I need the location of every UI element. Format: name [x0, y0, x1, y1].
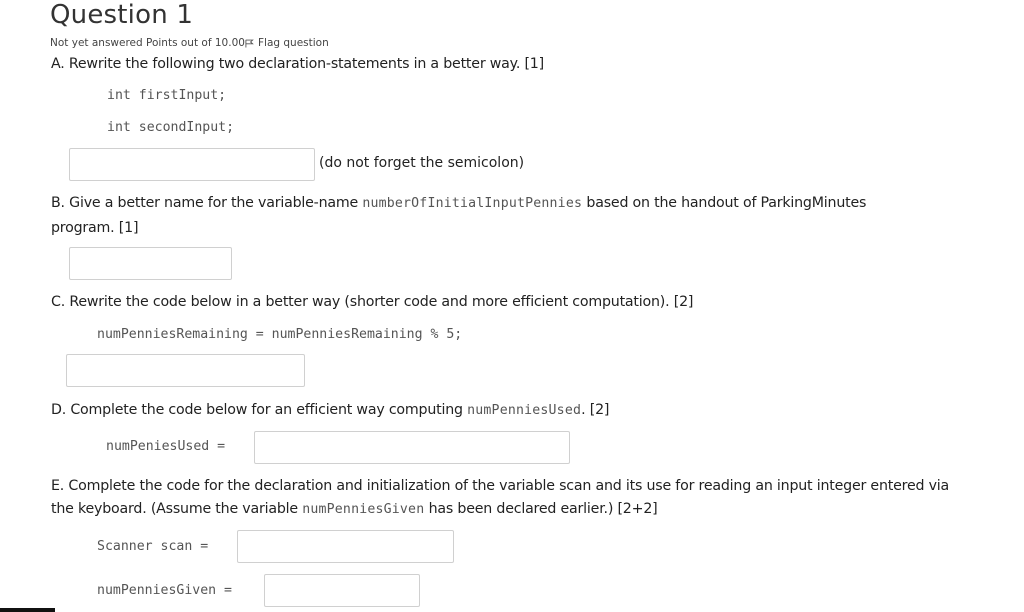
- part-d-prompt-text: D. Complete the code below for an effici…: [51, 402, 468, 418]
- flag-question-link[interactable]: Flag question: [245, 37, 329, 49]
- part-a-note: (do not forget the semicolon): [319, 155, 525, 171]
- part-b-answer-input[interactable]: [69, 247, 232, 280]
- part-e-code-label-2: numPenniesGiven =: [97, 583, 232, 598]
- part-d-answer-input[interactable]: [254, 431, 570, 464]
- part-c-code: numPenniesRemaining = numPenniesRemainin…: [97, 327, 463, 342]
- part-b-prompt-text: B. Give a better name for the variable-n…: [51, 195, 363, 211]
- bottom-edge-bar: [0, 608, 55, 612]
- part-b-prompt: B. Give a better name for the variable-n…: [51, 195, 866, 211]
- part-e-prompt-line-1: E. Complete the code for the declaration…: [51, 478, 950, 494]
- part-a-code-line-1: int firstInput;: [107, 88, 227, 103]
- part-e-code-label-1: Scanner scan =: [97, 539, 209, 554]
- part-d-prompt: D. Complete the code below for an effici…: [51, 402, 609, 418]
- part-a-code-line-2: int secondInput;: [107, 120, 235, 135]
- part-a-answer-input[interactable]: [69, 148, 315, 181]
- part-e-prompt-text: the keyboard. (Assume the variable: [51, 501, 303, 517]
- part-c-answer-input[interactable]: [66, 354, 305, 387]
- part-e-pennies-input[interactable]: [264, 574, 420, 607]
- part-e-scanner-input[interactable]: [237, 530, 454, 563]
- part-d-prompt-text-2: . [2]: [581, 402, 610, 418]
- points-label: Points out of 10.00: [146, 37, 245, 49]
- part-b-prompt-line-2: program. [1]: [51, 220, 139, 236]
- part-e-prompt-line-2: the keyboard. (Assume the variable numPe…: [51, 501, 658, 517]
- question-title: Question 1: [50, 0, 194, 30]
- flag-question-label: Flag question: [258, 37, 329, 49]
- part-d-variable-name: numPenniesUsed: [467, 403, 582, 418]
- part-d-code-label: numPeniesUsed =: [106, 439, 226, 454]
- answer-status: Not yet answered: [50, 37, 143, 49]
- part-e-variable-name: numPenniesGiven: [302, 502, 425, 517]
- part-b-variable-name: numberOfInitialInputPennies: [362, 196, 583, 211]
- part-e-prompt-text-2: has been declared earlier.) [2+2]: [424, 501, 658, 517]
- part-a-prompt: A. Rewrite the following two declaration…: [51, 56, 544, 72]
- part-c-prompt: C. Rewrite the code below in a better wa…: [51, 294, 694, 310]
- flag-icon: [245, 39, 254, 48]
- part-b-prompt-text-2: based on the handout of ParkingMinutes: [582, 195, 867, 211]
